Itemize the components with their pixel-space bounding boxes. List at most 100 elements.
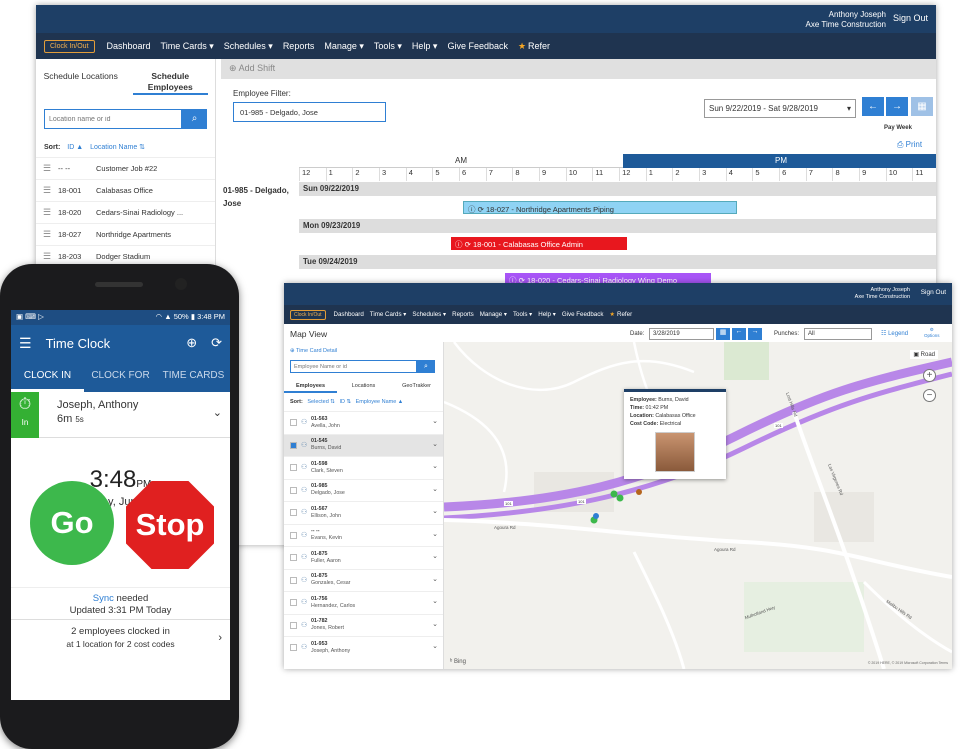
employee-row[interactable]: ⚇ 01-875 Fuller, Aaron ⌄ — [284, 546, 443, 569]
arrow-left-icon[interactable]: ← — [732, 328, 746, 340]
date-range-select[interactable]: Sun 9/22/2019 - Sat 9/28/2019 ▾ — [704, 99, 856, 118]
search-icon[interactable]: ⌕ — [182, 109, 207, 129]
chevron-down-icon[interactable]: ⌄ — [432, 531, 438, 538]
location-search-input[interactable] — [44, 109, 182, 129]
legend-button[interactable]: ☷ Legend — [881, 330, 908, 337]
sort-by-id[interactable]: ID ⇅ — [339, 399, 351, 405]
nav-help[interactable]: Help ▾ — [538, 311, 556, 318]
chevron-down-icon[interactable]: ⌄ — [432, 486, 438, 493]
nav-give-feedback[interactable]: Give Feedback — [562, 311, 604, 318]
tab-clock-in[interactable]: CLOCK IN — [11, 361, 84, 392]
search-icon[interactable]: ⌕ — [417, 360, 435, 373]
shift-bar[interactable]: ⓘ ⟳ 18-001 - Calabasas Office Admin — [451, 237, 627, 250]
clocked-in-summary[interactable]: 2 employees clocked in at 1 location for… — [11, 619, 230, 650]
nav-schedules[interactable]: Schedules ▾ — [224, 41, 273, 52]
employee-checkbox[interactable] — [290, 441, 297, 449]
employee-checkbox[interactable] — [290, 576, 297, 584]
sort-by-selected[interactable]: Selected ⇅ — [307, 399, 335, 405]
list-item[interactable]: ☰ -- -- Customer Job #22 — [36, 157, 215, 179]
employee-row[interactable]: ⚇ 01-985 Delgado, Jose ⌄ — [284, 478, 443, 502]
nav-dashboard[interactable]: Dashboard — [334, 311, 364, 318]
drag-handle-icon[interactable]: ☰ — [36, 229, 58, 240]
drag-handle-icon[interactable]: ☰ — [36, 185, 58, 196]
list-item[interactable]: ☰ 18-027 Northridge Apartments — [36, 223, 215, 245]
employee-checkbox[interactable] — [290, 599, 297, 607]
nav-tools[interactable]: Tools ▾ — [513, 311, 532, 318]
chevron-down-icon[interactable]: ⌄ — [432, 576, 438, 583]
nav-dashboard[interactable]: Dashboard — [107, 41, 151, 51]
employee-checkbox[interactable] — [290, 419, 297, 427]
chevron-down-icon[interactable]: ⌄ — [432, 441, 438, 448]
employee-checkbox[interactable] — [290, 509, 297, 517]
list-item[interactable]: ☰ 18-020 Cedars-Sinai Radiology ... — [36, 201, 215, 223]
menu-icon[interactable]: ☰ — [19, 335, 32, 352]
employee-row[interactable]: ⚇ 01-545 Burns, David ⌄ — [284, 433, 443, 456]
sort-by-id[interactable]: ID ▲ — [67, 144, 83, 151]
employee-checkbox[interactable] — [290, 554, 297, 562]
nav-help[interactable]: Help ▾ — [412, 41, 438, 52]
tab-geotrakker[interactable]: GeoTrakker — [390, 381, 443, 393]
nav-tools[interactable]: Tools ▾ — [374, 41, 402, 52]
nav-give-feedback[interactable]: Give Feedback — [447, 41, 508, 51]
drag-handle-icon[interactable]: ☰ — [36, 207, 58, 218]
shift-bar[interactable]: ⓘ ⟳ 18-027 - Northridge Apartments Pipin… — [463, 201, 737, 214]
tab-schedule-employees[interactable]: Schedule Employees — [132, 71, 208, 95]
time-card-detail-link[interactable]: ⊕ Time Card Detail — [290, 348, 443, 354]
map-canvas[interactable]: Employee: Burns, David Time: 01:42 PM Lo… — [444, 342, 952, 669]
punch-marker[interactable] — [616, 494, 624, 502]
employee-row[interactable]: ⚇ 01-563 Avella, John ⌄ — [284, 411, 443, 434]
drag-handle-icon[interactable]: ☰ — [36, 163, 58, 174]
nav-reports[interactable]: Reports — [283, 41, 315, 51]
chevron-down-icon[interactable]: ⌄ — [432, 553, 438, 560]
nav-time-cards[interactable]: Time Cards ▾ — [370, 311, 407, 318]
employee-checkbox[interactable] — [290, 621, 297, 629]
tab-clock-for[interactable]: CLOCK FOR — [84, 361, 157, 392]
punch-marker[interactable] — [610, 490, 618, 498]
employee-search-input[interactable] — [290, 360, 417, 373]
chevron-down-icon[interactable]: ⌄ — [432, 418, 438, 425]
employee-row[interactable]: ⚇ 01-567 Ellison, John ⌄ — [284, 501, 443, 524]
arrow-right-icon[interactable]: → — [748, 328, 762, 340]
road-toggle[interactable]: ▣ Road — [910, 350, 938, 359]
sort-by-employee-name[interactable]: Employee Name ▲ — [356, 399, 404, 405]
tab-employees[interactable]: Employees — [284, 381, 337, 393]
nav-manage[interactable]: Manage ▾ — [480, 311, 507, 318]
tab-locations[interactable]: Locations — [337, 381, 390, 393]
chevron-down-icon[interactable]: ⌄ — [213, 406, 222, 419]
go-button[interactable]: Go — [30, 481, 114, 565]
employee-row[interactable]: ⚇ 01-953 Joseph, Anthony ⌄ — [284, 636, 443, 659]
chevron-down-icon[interactable]: ⌄ — [432, 463, 438, 470]
employee-row[interactable]: ⚇ 01-782 Jones, Robert ⌄ — [284, 613, 443, 637]
options-button[interactable]: ⚙ Options — [924, 327, 940, 338]
user-menu[interactable]: Anthony Joseph Axe Time Construction — [806, 10, 886, 30]
employee-checkbox[interactable] — [290, 531, 297, 539]
chevron-down-icon[interactable]: ⌄ — [432, 621, 438, 628]
employee-row[interactable]: ⚇ 01-598 Clark, Steven ⌄ — [284, 456, 443, 479]
sign-out-link[interactable]: Sign Out — [893, 13, 928, 23]
nav-schedules[interactable]: Schedules ▾ — [412, 311, 446, 318]
calendar-button[interactable]: ▦ — [911, 97, 933, 116]
employee-row[interactable]: ⚇ 01-875 Gonzales, Cesar ⌄ — [284, 568, 443, 592]
tab-time-cards[interactable]: TIME CARDS — [157, 361, 230, 392]
zoom-in-button[interactable]: + — [923, 369, 936, 382]
clock-status-row[interactable]: ⏱ In Joseph, Anthony 6m 5s ⌄ — [11, 392, 230, 438]
location-marker[interactable] — [636, 489, 642, 495]
sync-icon[interactable]: ⟳ — [211, 335, 222, 351]
chevron-down-icon[interactable]: ⌄ — [432, 598, 438, 605]
employee-checkbox[interactable] — [290, 644, 297, 652]
prev-week-button[interactable]: ← — [862, 97, 884, 116]
employee-row[interactable]: ⚇ -- -- Evans, Kevin ⌄ — [284, 523, 443, 547]
zoom-out-button[interactable]: − — [923, 389, 936, 402]
punch-marker[interactable] — [593, 513, 599, 519]
chevron-down-icon[interactable]: ⌄ — [432, 508, 438, 515]
sort-by-location-name[interactable]: Location Name ⇅ — [90, 144, 145, 151]
sync-link[interactable]: Sync — [93, 593, 114, 604]
nav-reports[interactable]: Reports — [452, 311, 474, 318]
add-shift-button[interactable]: ⊕ Add Shift — [221, 59, 936, 79]
next-week-button[interactable]: → — [886, 97, 908, 116]
tab-schedule-locations[interactable]: Schedule Locations — [43, 71, 118, 95]
calendar-icon[interactable]: ▦ — [716, 328, 730, 340]
nav-refer[interactable]: ★ Refer — [609, 311, 632, 318]
employee-checkbox[interactable] — [290, 486, 297, 494]
employee-row[interactable]: ⚇ 01-756 Hernandez, Carlos ⌄ — [284, 591, 443, 614]
